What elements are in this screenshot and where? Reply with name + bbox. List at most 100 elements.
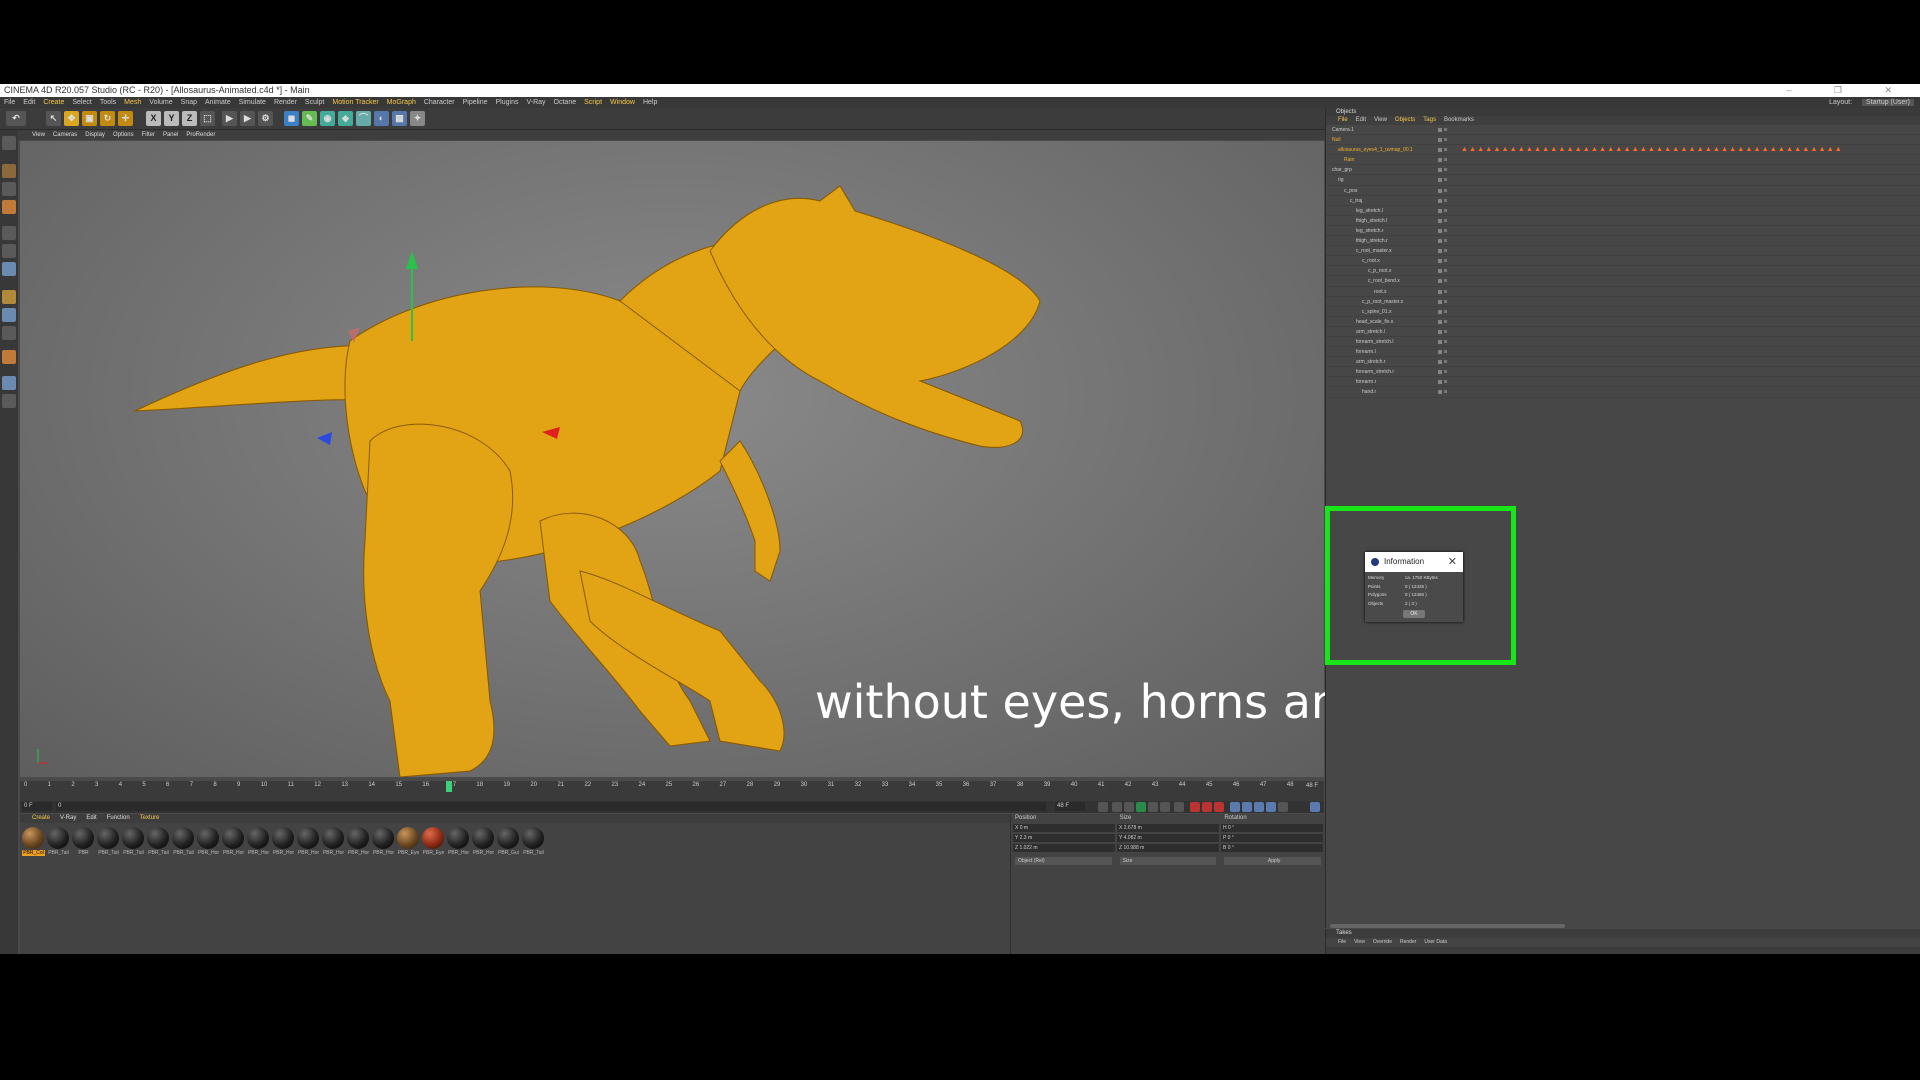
- close-icon[interactable]: ✕: [1448, 552, 1457, 572]
- render-picture-viewer-icon[interactable]: ▶: [240, 111, 255, 126]
- material-swatch[interactable]: PBR_Tail: [522, 827, 545, 856]
- deformer-icon[interactable]: ⌒: [356, 111, 371, 126]
- menu-create[interactable]: Create: [43, 99, 64, 106]
- menu-volume[interactable]: Volume: [149, 99, 172, 106]
- render-toggle-icon[interactable]: [1444, 198, 1447, 202]
- object-manager-scrollbar[interactable]: [1330, 924, 1565, 928]
- menu-v-ray[interactable]: V-Ray: [526, 99, 545, 106]
- move-icon[interactable]: ✥: [64, 111, 79, 126]
- object-tree-row[interactable]: Null: [1326, 135, 1920, 146]
- menu-tools[interactable]: Tools: [100, 99, 116, 106]
- visibility-toggle-icon[interactable]: [1438, 350, 1442, 355]
- axis-z-button[interactable]: Z: [182, 111, 197, 126]
- render-toggle-icon[interactable]: [1444, 339, 1447, 343]
- axis-x-button[interactable]: X: [146, 111, 161, 126]
- visibility-toggle-icon[interactable]: [1438, 269, 1442, 274]
- key-pla-icon[interactable]: [1278, 802, 1288, 812]
- size-mode-dropdown[interactable]: Size: [1119, 857, 1217, 865]
- gizmo-z-handle[interactable]: [317, 432, 332, 445]
- material-swatch[interactable]: PBR_Tail: [147, 827, 170, 856]
- render-toggle-icon[interactable]: [1444, 299, 1447, 303]
- next-frame-icon[interactable]: [1148, 802, 1158, 812]
- object-tree-row[interactable]: thigh_stretch.r: [1326, 236, 1920, 247]
- preview-range-slider[interactable]: 0: [56, 802, 1046, 811]
- render-toggle-icon[interactable]: [1444, 188, 1447, 192]
- snap-icon[interactable]: [2, 326, 16, 340]
- object-tree-row[interactable]: forearm.r: [1326, 377, 1920, 388]
- texture-mode-icon[interactable]: [2, 164, 16, 178]
- object-tree-row[interactable]: c_pos: [1326, 186, 1920, 196]
- axis-y-button[interactable]: Y: [164, 111, 179, 126]
- light-icon[interactable]: ✦: [410, 111, 425, 126]
- object-tree-row[interactable]: c_p_root.x: [1326, 266, 1920, 277]
- visibility-toggle-icon[interactable]: [1438, 299, 1442, 304]
- menu-help[interactable]: Help: [643, 99, 657, 106]
- material-swatch[interactable]: PBR_Hor: [347, 827, 370, 856]
- timeline-ruler[interactable]: 0 1 2 3 4 5 6 7 8 9 10 11 12 13 14 15 16 17 18 19 20 21 22 23 24…: [20, 781, 1324, 801]
- autokey-icon[interactable]: [1202, 802, 1212, 812]
- material-menu-edit[interactable]: Edit: [86, 815, 96, 821]
- object-tree-row[interactable]: leg_stretch.l: [1326, 206, 1920, 216]
- object-tree-row[interactable]: thigh_stretch.l: [1326, 216, 1920, 226]
- object-menu-file[interactable]: File: [1338, 117, 1348, 123]
- visibility-toggle-icon[interactable]: [1438, 138, 1442, 143]
- object-tree-row[interactable]: c_root.x: [1326, 256, 1920, 267]
- prev-key-icon[interactable]: [1112, 802, 1122, 812]
- material-swatch[interactable]: PBR_Hor: [322, 827, 345, 856]
- object-tree-row[interactable]: root.x: [1326, 287, 1920, 297]
- object-tree-row[interactable]: c_p_root_master.x: [1326, 297, 1920, 307]
- viewport-menu-panel[interactable]: Panel: [163, 132, 178, 138]
- record-icon[interactable]: [1190, 802, 1200, 812]
- coords-field[interactable]: Z 1.022 m: [1013, 844, 1115, 852]
- render-toggle-icon[interactable]: [1444, 279, 1447, 283]
- render-settings-icon[interactable]: ⚙: [258, 111, 273, 126]
- start-frame-field[interactable]: 0 F: [22, 802, 52, 811]
- menu-render[interactable]: Render: [274, 99, 297, 106]
- object-tree-row[interactable]: arm_stretch.r: [1326, 357, 1920, 368]
- visibility-toggle-icon[interactable]: [1438, 239, 1442, 244]
- polygons-mode-icon[interactable]: [2, 262, 16, 276]
- apply-button[interactable]: Apply: [1224, 857, 1322, 865]
- menu-script[interactable]: Script: [584, 99, 602, 106]
- object-tree-row[interactable]: rig: [1326, 175, 1920, 186]
- menu-animate[interactable]: Animate: [205, 99, 231, 106]
- material-swatch[interactable]: PBR_Hor: [197, 827, 220, 856]
- visibility-toggle-icon[interactable]: [1438, 158, 1442, 163]
- visibility-toggle-icon[interactable]: [1438, 178, 1442, 183]
- viewport-menu-filter[interactable]: Filter: [142, 132, 155, 138]
- render-toggle-icon[interactable]: [1444, 380, 1447, 384]
- viewport-menu-display[interactable]: Display: [85, 132, 105, 138]
- visibility-toggle-icon[interactable]: [1438, 168, 1442, 173]
- end-frame-field[interactable]: 48 F: [1055, 802, 1085, 811]
- object-tree-row[interactable]: allosaurus_eyes4_1_uvmap_00.1 ▲▲▲▲▲▲▲▲▲▲▲…: [1326, 145, 1920, 156]
- menu-simulate[interactable]: Simulate: [239, 99, 266, 106]
- takes-menu-override[interactable]: Override: [1373, 939, 1392, 945]
- visibility-toggle-icon[interactable]: [1438, 339, 1442, 344]
- render-toggle-icon[interactable]: [1444, 148, 1447, 152]
- render-toggle-icon[interactable]: [1444, 360, 1447, 364]
- object-tree-row[interactable]: head_scale_fix.x: [1326, 317, 1920, 327]
- coords-field[interactable]: P 0 °: [1221, 834, 1323, 842]
- camera-icon[interactable]: ▦: [392, 111, 407, 126]
- coords-field[interactable]: X 0 m: [1013, 824, 1115, 832]
- material-menu-function[interactable]: Function: [107, 815, 130, 821]
- menu-sculpt[interactable]: Sculpt: [305, 99, 324, 106]
- menu-edit[interactable]: Edit: [23, 99, 35, 106]
- tag-icons[interactable]: ▲▲▲▲▲▲▲▲▲▲▲▲▲▲▲▲▲▲▲▲▲▲▲▲▲▲▲▲▲▲▲▲▲▲▲▲▲▲▲▲…: [1461, 146, 1843, 154]
- make-editable-icon[interactable]: [2, 136, 16, 150]
- visibility-toggle-icon[interactable]: [1438, 380, 1442, 385]
- coords-mode-dropdown[interactable]: Object (Rel): [1015, 857, 1112, 865]
- object-menu-view[interactable]: View: [1374, 117, 1387, 123]
- material-menu-v-ray[interactable]: V-Ray: [60, 815, 76, 821]
- visibility-toggle-icon[interactable]: [1438, 148, 1442, 153]
- key-scale-icon[interactable]: [1242, 802, 1252, 812]
- material-menu-texture[interactable]: Texture: [140, 815, 160, 821]
- object-tree-row[interactable]: forearm.l: [1326, 347, 1920, 358]
- menu-plugins[interactable]: Plugins: [496, 99, 519, 106]
- pen-icon[interactable]: ✎: [302, 111, 317, 126]
- gizmo-y-handle[interactable]: [406, 251, 418, 269]
- layout-selector[interactable]: Layout: Startup (User): [1829, 97, 1914, 108]
- object-tree-row[interactable]: Camera.1: [1326, 125, 1920, 136]
- object-tree-row[interactable]: c_root_bend.x: [1326, 276, 1920, 287]
- visibility-toggle-icon[interactable]: [1438, 218, 1442, 223]
